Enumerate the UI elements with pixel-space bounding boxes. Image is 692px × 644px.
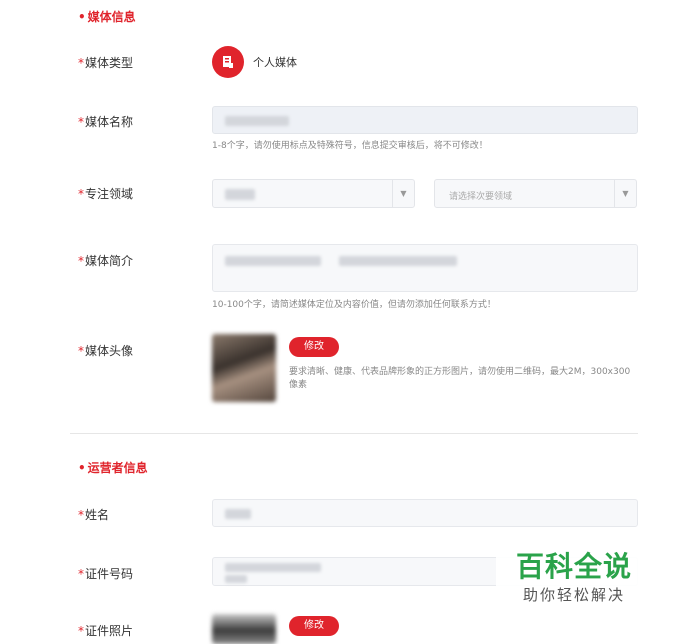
- media-type-label: *媒体类型: [78, 56, 134, 70]
- secondary-field-placeholder: 请选择次要领域: [449, 192, 513, 202]
- primary-field-select[interactable]: ▼: [212, 179, 415, 208]
- media-intro-label: *媒体简介: [78, 254, 134, 268]
- media-section-title: • 媒体信息: [78, 10, 136, 24]
- media-type-value: 个人媒体: [253, 56, 297, 69]
- watermark-subtitle: 助你轻松解决: [523, 586, 626, 604]
- document-icon: [223, 56, 233, 68]
- media-name-hint: 1-8个字，请勿使用标点及特殊符号，信息提交审核后，将不可修改！: [212, 141, 488, 151]
- avatar-modify-button[interactable]: 修改: [289, 337, 339, 357]
- section-divider: [70, 433, 638, 434]
- operator-name-label: *姓名: [78, 508, 110, 522]
- id-photo-image: [212, 614, 276, 644]
- operator-section-title: • 运营者信息: [78, 461, 148, 475]
- media-intro-hint: 10-100个字，请简述媒体定位及内容价值，但请勿添加任何联系方式！: [212, 300, 496, 310]
- media-avatar-label: *媒体头像: [78, 344, 134, 358]
- watermark-title: 百科全说: [516, 550, 633, 583]
- avatar-image: [212, 334, 276, 402]
- media-name-label: *媒体名称: [78, 115, 134, 129]
- operator-name-input[interactable]: [212, 499, 638, 527]
- chevron-down-icon: ▼: [614, 180, 636, 207]
- id-photo-modify-button[interactable]: 修改: [289, 616, 339, 636]
- secondary-field-select[interactable]: 请选择次要领域 ▼: [434, 179, 637, 208]
- media-intro-textarea[interactable]: [212, 244, 638, 292]
- focus-field-label: *专注领域: [78, 187, 134, 201]
- chevron-down-icon: ▼: [392, 180, 414, 207]
- id-photo-label: *证件照片: [78, 624, 134, 638]
- id-number-label: *证件号码: [78, 567, 134, 581]
- avatar-hint: 要求清晰、健康、代表品牌形象的正方形图片，请勿使用二维码，最大2M，300x30…: [289, 367, 631, 390]
- person-media-icon[interactable]: [212, 46, 244, 78]
- media-name-input[interactable]: [212, 106, 638, 134]
